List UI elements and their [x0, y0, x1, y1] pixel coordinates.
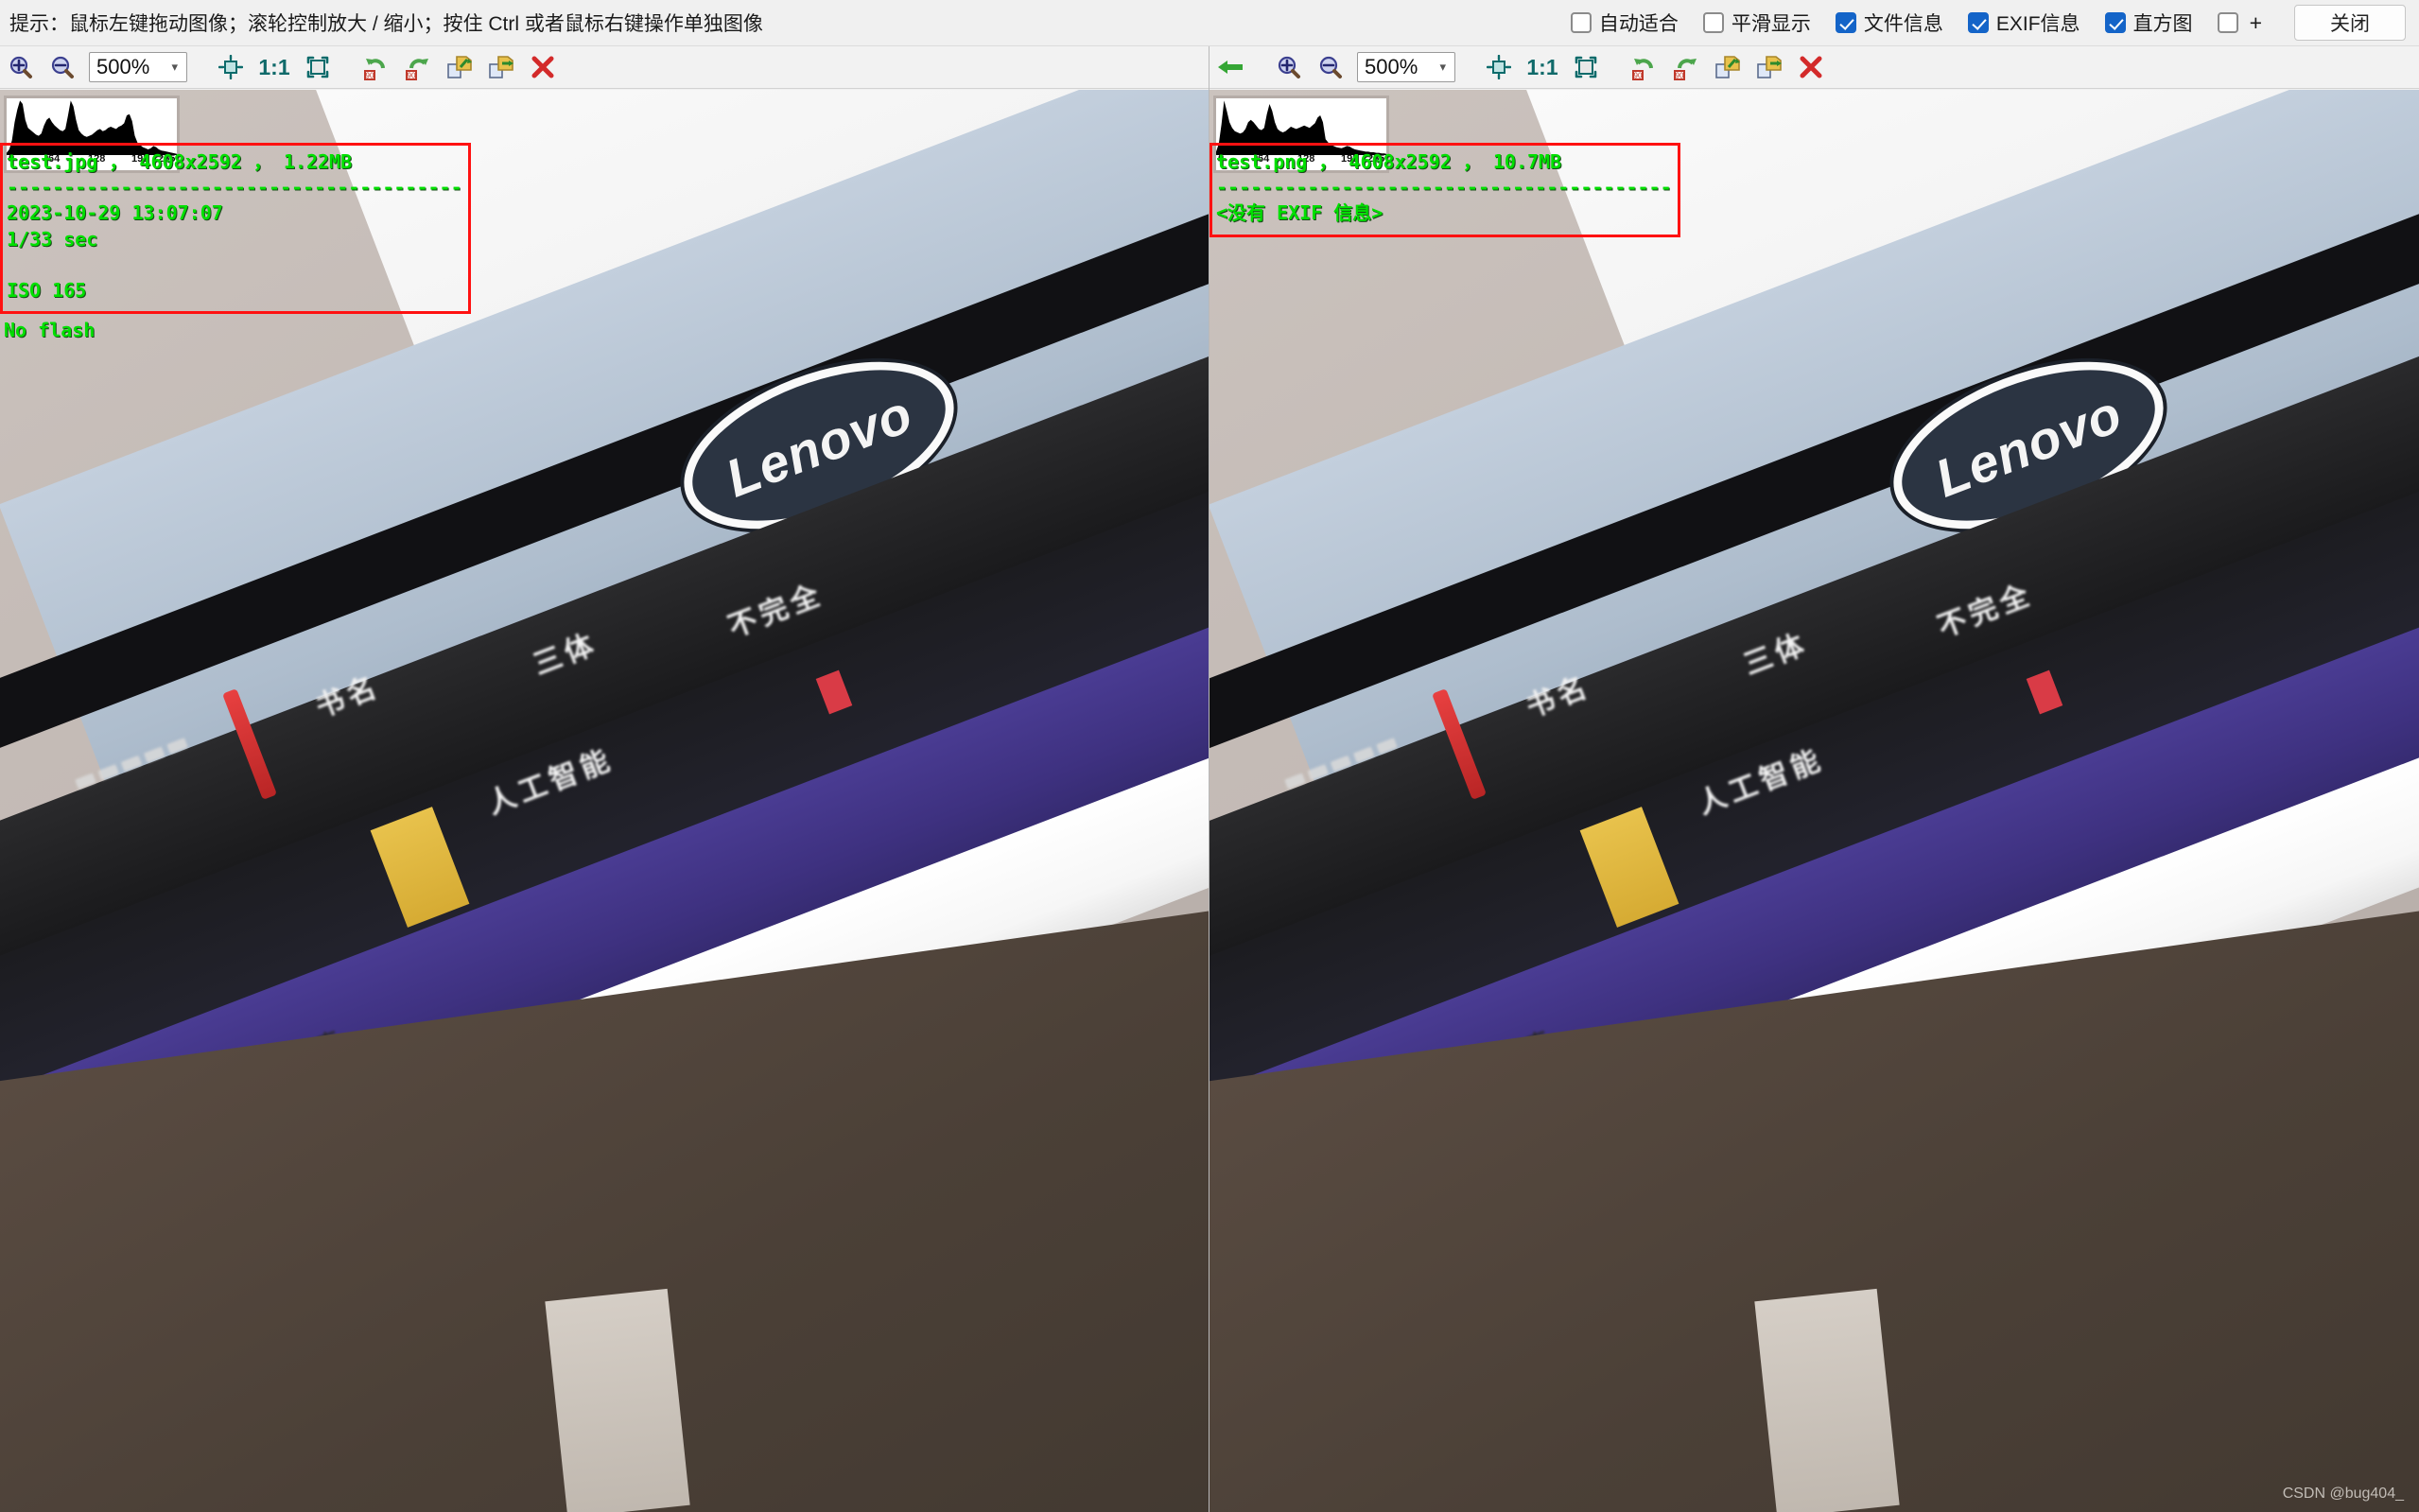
left-file-info-box: test.jpg ， 4608x2592 ， 1.22MB ----------…	[0, 143, 471, 315]
zoom-in-icon-right[interactable]	[1268, 48, 1310, 86]
zoom-level-select-right[interactable]: 500% ▾	[1357, 52, 1455, 82]
checkbox-exif-info[interactable]	[1967, 12, 1989, 33]
rotate-right-90-icon[interactable]: 90	[397, 48, 439, 86]
zoom-level-select[interactable]: 500% ▾	[89, 52, 187, 82]
image-compare-window: 提示：鼠标左键拖动图像；滚轮控制放大 / 缩小；按住 Ctrl 或者鼠标右键操作…	[0, 0, 2419, 1512]
right-toolbar: 500% ▾ 1:1 90 90	[1210, 46, 2419, 89]
options-group: 自动适合 平滑显示 文件信息 EXIF信息 直方图 + 关闭	[1570, 5, 2419, 41]
option-auto-fit[interactable]: 自动适合	[1570, 9, 1679, 37]
file-info-summary: test.png ， 4608x2592 ， 10.7MB	[1216, 150, 1562, 173]
right-image-pane[interactable]: Lenovo 书名 三体 不完全 人工智能 深度学习实战指南	[1210, 90, 2419, 1512]
zoom-out-icon-right[interactable]	[1310, 48, 1351, 86]
exif-iso: ISO 165	[7, 278, 87, 302]
right-file-info-box: test.png ， 4608x2592 ， 10.7MB ----------…	[1210, 143, 1680, 237]
delete-icon-right[interactable]	[1790, 48, 1832, 86]
option-file-info-label: 文件信息	[1863, 13, 1943, 35]
actual-size-icon-right[interactable]: 1:1	[1520, 55, 1565, 80]
rotate-left-90-icon[interactable]: 90	[356, 48, 397, 86]
checkbox-file-info[interactable]	[1835, 12, 1856, 33]
exif-blank-line	[7, 252, 462, 278]
fit-window-icon-right[interactable]	[1478, 48, 1520, 86]
file-info-summary: test.jpg ， 4608x2592 ， 1.22MB	[7, 150, 353, 173]
option-file-info[interactable]: 文件信息	[1835, 9, 1943, 37]
option-add-more[interactable]: +	[2217, 9, 2262, 36]
checkbox-smooth-display[interactable]	[1702, 12, 1724, 33]
close-button[interactable]: 关闭	[2294, 5, 2406, 41]
fullscreen-icon-right[interactable]	[1565, 48, 1607, 86]
open-import-icon[interactable]	[439, 48, 480, 86]
checkbox-auto-fit[interactable]	[1570, 12, 1592, 33]
file-info-divider: ----------------------------------------	[1216, 176, 1672, 200]
open-export-icon-right[interactable]	[1749, 48, 1790, 86]
left-image-pane[interactable]: Lenovo 书名 三体 不完全 人工智能 深度学习实战指南	[0, 90, 1209, 1512]
fullscreen-icon[interactable]	[297, 48, 339, 86]
option-add-more-label: +	[2249, 9, 2262, 35]
option-smooth-display[interactable]: 平滑显示	[1702, 9, 1811, 37]
option-auto-fit-label: 自动适合	[1598, 13, 1679, 35]
fit-window-icon[interactable]	[210, 48, 252, 86]
right-photo: Lenovo 书名 三体 不完全 人工智能 深度学习实战指南	[1210, 90, 2419, 1512]
svg-text:90: 90	[366, 72, 374, 80]
exif-shutter-speed: 1/33 sec	[7, 227, 98, 251]
open-export-icon[interactable]	[480, 48, 522, 86]
svg-text:90: 90	[1634, 72, 1643, 80]
zoom-level-value: 500%	[96, 55, 150, 78]
exif-datetime: 2023-10-29 13:07:07	[7, 201, 223, 225]
option-histogram[interactable]: 直方图	[2104, 9, 2193, 37]
rotate-left-90-icon-right[interactable]: 90	[1624, 48, 1665, 86]
photo-stand-leg	[545, 1288, 690, 1512]
option-exif-info-label: EXIF信息	[1995, 13, 2080, 35]
back-arrow-icon[interactable]	[1210, 48, 1251, 86]
checkbox-histogram[interactable]	[2104, 12, 2126, 33]
tip-bar: 提示：鼠标左键拖动图像；滚轮控制放大 / 缩小；按住 Ctrl 或者鼠标右键操作…	[0, 0, 2419, 46]
actual-size-icon[interactable]: 1:1	[252, 55, 297, 80]
left-toolbar: 500% ▾ 1:1 90 90	[0, 46, 1209, 89]
zoom-level-value-right: 500%	[1365, 55, 1418, 78]
checkbox-add-more[interactable]	[2217, 12, 2238, 33]
file-info-divider: ----------------------------------------	[7, 176, 462, 200]
option-smooth-display-label: 平滑显示	[1731, 13, 1811, 35]
rotate-right-90-icon-right[interactable]: 90	[1665, 48, 1707, 86]
option-exif-info[interactable]: EXIF信息	[1967, 9, 2080, 37]
zoom-out-icon[interactable]	[42, 48, 83, 86]
chevron-down-icon-right: ▾	[1439, 60, 1446, 74]
photo-stand-leg	[1754, 1288, 1900, 1512]
watermark: CSDN @bug404_	[2282, 1486, 2404, 1502]
option-histogram-label: 直方图	[2132, 13, 2193, 35]
exif-flash: No flash	[4, 319, 96, 341]
svg-text:90: 90	[1676, 72, 1684, 80]
tip-text: 提示：鼠标左键拖动图像；滚轮控制放大 / 缩小；按住 Ctrl 或者鼠标右键操作…	[9, 13, 763, 35]
exif-missing-message: <没有 EXIF 信息>	[1216, 201, 1384, 225]
chevron-down-icon: ▾	[171, 60, 178, 74]
svg-text:90: 90	[408, 72, 416, 80]
zoom-in-icon[interactable]	[0, 48, 42, 86]
delete-icon[interactable]	[522, 48, 564, 86]
open-import-icon-right[interactable]	[1707, 48, 1749, 86]
